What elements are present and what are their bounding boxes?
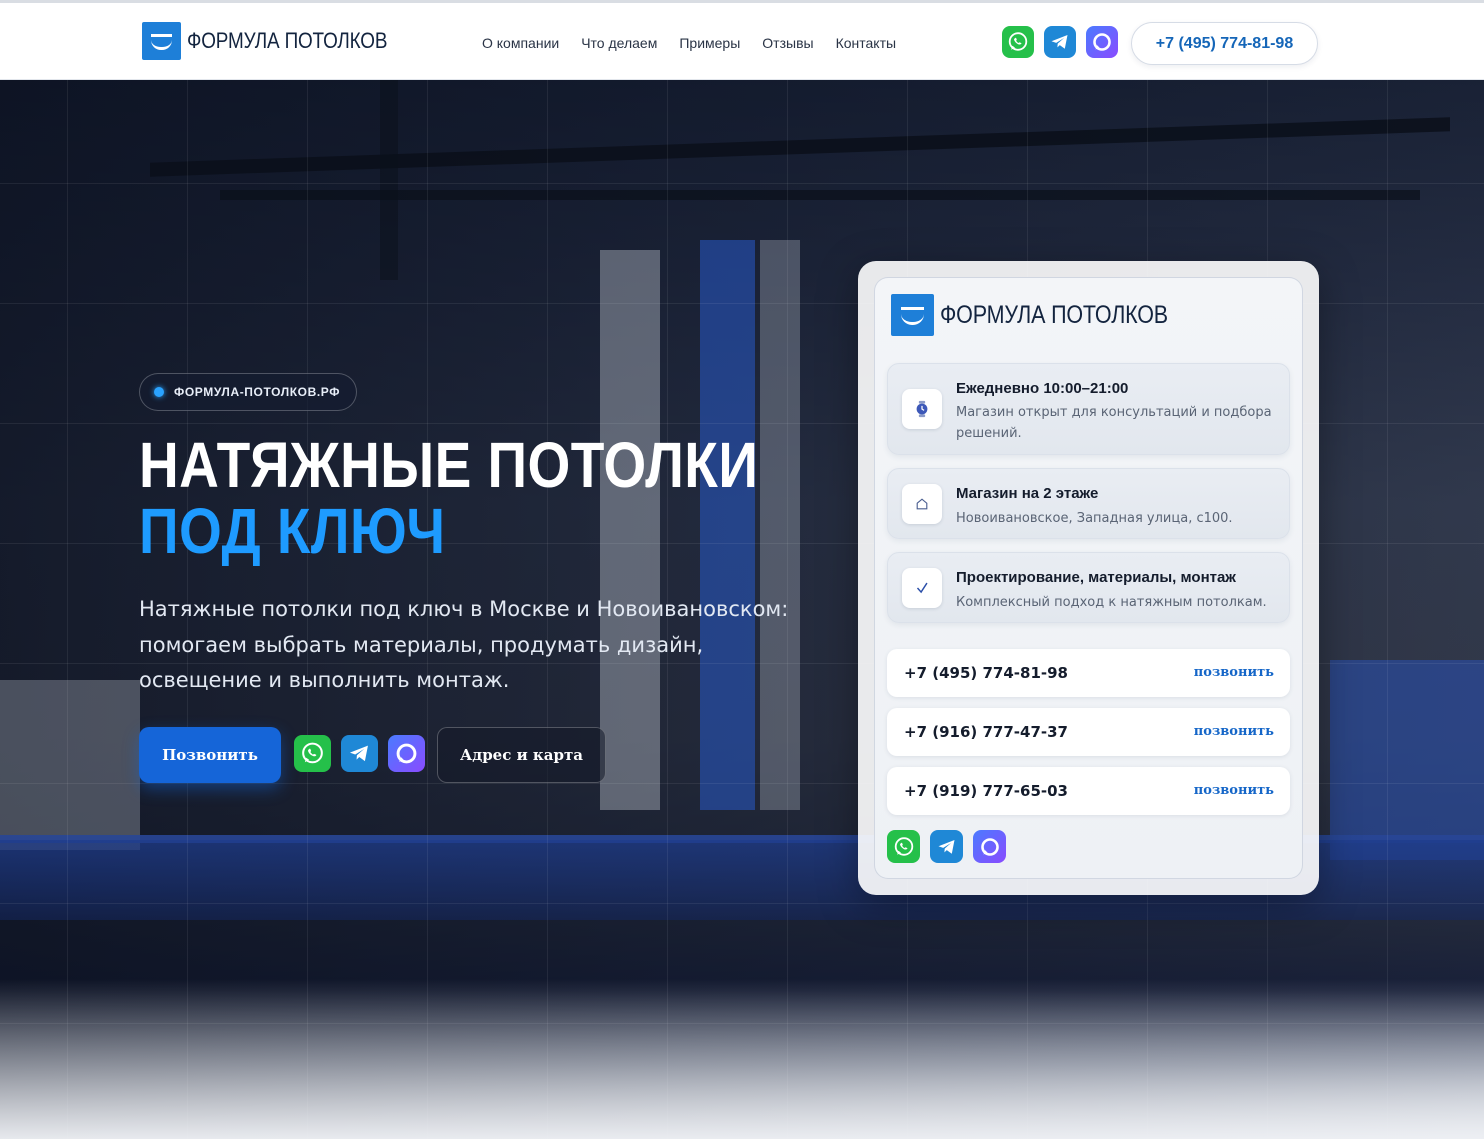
card-logo-text: ФОРМУЛА ПОТОЛКОВ bbox=[940, 300, 1168, 329]
phone-number: +7 (919) 777-65-03 bbox=[904, 782, 1068, 800]
telegram-icon[interactable] bbox=[930, 830, 963, 863]
feature-store-desc: Новоивановское, Западная улица, с100. bbox=[956, 511, 1233, 526]
phone-number: +7 (495) 774-81-98 bbox=[904, 664, 1068, 682]
telegram-icon[interactable] bbox=[1044, 26, 1076, 58]
logo-mark-icon bbox=[142, 22, 181, 60]
phone-row-2[interactable]: +7 (916) 777-47-37 позвонить bbox=[887, 708, 1290, 756]
hero-messengers bbox=[294, 735, 425, 772]
domain-badge-text: ФОРМУЛА-ПОТОЛКОВ.РФ bbox=[174, 385, 341, 399]
clock-icon bbox=[902, 389, 942, 429]
phone-row-1[interactable]: +7 (495) 774-81-98 позвонить bbox=[887, 649, 1290, 697]
logo-text: ФОРМУЛА ПОТОЛКОВ bbox=[187, 28, 388, 53]
nav-contacts[interactable]: Контакты bbox=[836, 35, 896, 51]
call-button[interactable]: Позвонить bbox=[139, 727, 281, 783]
check-icon bbox=[902, 568, 942, 608]
feature-store-title: Магазин на 2 этаже bbox=[956, 485, 1099, 502]
address-map-button[interactable]: Адрес и карта bbox=[437, 727, 606, 783]
max-messenger-icon[interactable] bbox=[1086, 26, 1118, 58]
call-link[interactable]: позвонить bbox=[1194, 724, 1274, 739]
logo-mark-icon bbox=[891, 294, 934, 336]
whatsapp-icon[interactable] bbox=[1002, 26, 1034, 58]
feature-services-desc: Комплексный подход к натяжным потолкам. bbox=[956, 595, 1267, 610]
card-logo: ФОРМУЛА ПОТОЛКОВ bbox=[891, 294, 1205, 336]
feature-services-title: Проектирование, материалы, монтаж bbox=[956, 569, 1236, 586]
hero-title: НАТЯЖНЫЕ ПОТОЛКИ ПОД КЛЮЧ bbox=[139, 432, 758, 564]
max-messenger-icon[interactable] bbox=[388, 735, 425, 772]
nav-about[interactable]: О компании bbox=[482, 35, 559, 51]
header-logo[interactable]: ФОРМУЛА ПОТОЛКОВ bbox=[142, 22, 420, 60]
contact-card: ФОРМУЛА ПОТОЛКОВ Ежедневно 10:00–21:00 М… bbox=[858, 261, 1319, 895]
call-link[interactable]: позвонить bbox=[1194, 783, 1274, 798]
site-header: ФОРМУЛА ПОТОЛКОВ О компании Что делаем П… bbox=[0, 0, 1484, 80]
feature-hours-title: Ежедневно 10:00–21:00 bbox=[956, 380, 1129, 397]
telegram-icon[interactable] bbox=[341, 735, 378, 772]
hero-title-line2: ПОД КЛЮЧ bbox=[139, 495, 446, 567]
call-link[interactable]: позвонить bbox=[1194, 665, 1274, 680]
feature-store: Магазин на 2 этаже Новоивановское, Запад… bbox=[887, 468, 1290, 539]
nav-reviews[interactable]: Отзывы bbox=[762, 35, 813, 51]
domain-badge: ФОРМУЛА-ПОТОЛКОВ.РФ bbox=[139, 373, 358, 411]
max-messenger-icon[interactable] bbox=[973, 830, 1006, 863]
feature-hours: Ежедневно 10:00–21:00 Магазин открыт для… bbox=[887, 363, 1290, 455]
nav-examples[interactable]: Примеры bbox=[679, 35, 740, 51]
hero-lead-text: Натяжные потолки под ключ в Москве и Нов… bbox=[139, 597, 789, 692]
feature-services: Проектирование, материалы, монтаж Компле… bbox=[887, 552, 1290, 623]
status-dot-icon bbox=[154, 387, 164, 397]
home-icon bbox=[902, 484, 942, 524]
main-nav: О компании Что делаем Примеры Отзывы Кон… bbox=[482, 35, 896, 51]
nav-services[interactable]: Что делаем bbox=[581, 35, 657, 51]
header-phone-button[interactable]: +7 (495) 774-81-98 bbox=[1131, 22, 1318, 65]
whatsapp-icon[interactable] bbox=[887, 830, 920, 863]
hero-title-line1: НАТЯЖНЫЕ ПОТОЛКИ bbox=[139, 429, 759, 501]
header-messengers bbox=[1002, 26, 1118, 58]
contact-card-inner: ФОРМУЛА ПОТОЛКОВ Ежедневно 10:00–21:00 М… bbox=[874, 277, 1303, 879]
feature-hours-desc: Магазин открыт для консультаций и подбор… bbox=[956, 405, 1272, 441]
phone-number: +7 (916) 777-47-37 bbox=[904, 723, 1068, 741]
card-messengers bbox=[887, 830, 1006, 863]
whatsapp-icon[interactable] bbox=[294, 735, 331, 772]
phone-row-3[interactable]: +7 (919) 777-65-03 позвонить bbox=[887, 767, 1290, 815]
